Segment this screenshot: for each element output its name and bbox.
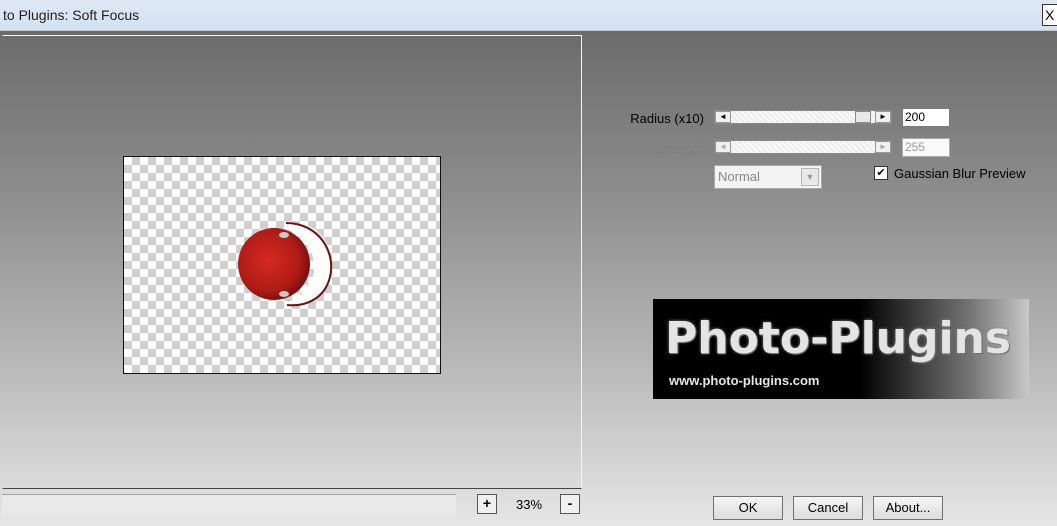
- radius-value-field[interactable]: 200: [902, 108, 950, 127]
- cancel-button[interactable]: Cancel: [793, 496, 863, 520]
- zoom-in-button[interactable]: +: [477, 494, 497, 514]
- strength-slider: ◄ ►: [714, 140, 892, 154]
- zoom-level: 33%: [515, 497, 543, 512]
- dialog-client-area: + 33% - Radius (x10) ◄ ► 200 Strength ◄ …: [0, 31, 1057, 526]
- banner-url: www.photo-plugins.com: [669, 373, 820, 388]
- window-title: to Plugins: Soft Focus: [3, 7, 140, 23]
- gaussian-preview-checkbox[interactable]: ✔: [874, 166, 888, 180]
- blend-mode-value: Normal: [718, 169, 760, 184]
- preview-horizontal-scrollbar[interactable]: [2, 494, 456, 515]
- photo-plugins-logo-banner: Photo-Plugins www.photo-plugins.com: [653, 299, 1029, 399]
- radius-slider-right-arrow[interactable]: ►: [875, 111, 891, 123]
- radius-slider[interactable]: ◄ ►: [714, 110, 892, 124]
- preview-canvas[interactable]: [123, 156, 441, 374]
- radius-label: Radius (x10): [630, 111, 704, 126]
- blend-mode-select: Normal ▼: [714, 165, 822, 189]
- title-bar: to Plugins: Soft Focus X: [0, 0, 1057, 31]
- preview-image: [238, 222, 333, 307]
- ok-button[interactable]: OK: [713, 496, 783, 520]
- strength-label: Strength: [654, 141, 704, 156]
- zoom-out-button[interactable]: -: [560, 494, 580, 514]
- strength-slider-left-arrow: ◄: [715, 141, 731, 153]
- strength-slider-right-arrow: ►: [875, 141, 891, 153]
- banner-title: Photo-Plugins: [665, 313, 1012, 364]
- about-button[interactable]: About...: [873, 496, 943, 520]
- strength-value-field: 255: [902, 138, 950, 157]
- radius-slider-thumb[interactable]: [855, 111, 871, 123]
- close-button[interactable]: X: [1042, 4, 1057, 26]
- chevron-down-icon: ▼: [801, 168, 819, 186]
- radius-slider-left-arrow[interactable]: ◄: [715, 111, 731, 123]
- gaussian-preview-label[interactable]: Gaussian Blur Preview: [894, 166, 1026, 181]
- preview-panel: [2, 35, 582, 489]
